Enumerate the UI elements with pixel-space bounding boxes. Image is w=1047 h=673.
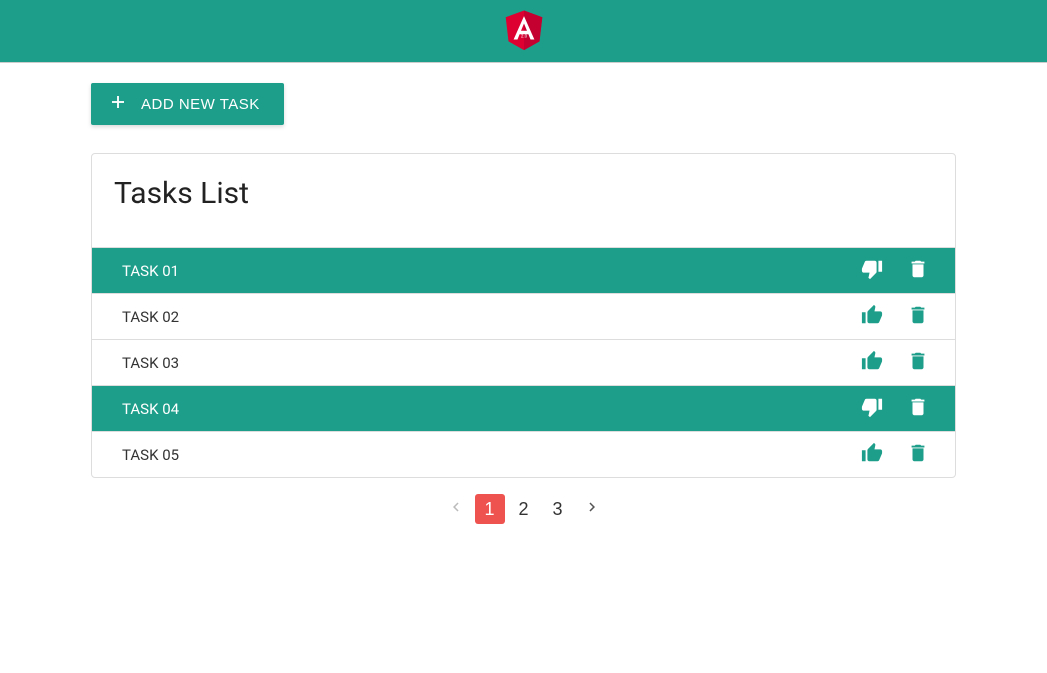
page-button-3[interactable]: 3 [543, 494, 573, 524]
task-actions [861, 258, 929, 283]
task-label: TASK 01 [122, 262, 179, 280]
task-actions [861, 350, 929, 375]
task-label: TASK 03 [122, 354, 179, 372]
task-row[interactable]: TASK 03 [92, 339, 955, 385]
angular-logo-icon: 2.0 [502, 4, 546, 58]
task-actions [861, 442, 929, 467]
thumbs-up-button[interactable] [861, 304, 883, 329]
tasks-list: TASK 01 TASK 02 TASK 03 TASK 04 TASK 05 [92, 247, 955, 477]
delete-button[interactable] [907, 304, 929, 329]
pagination-next-button[interactable] [577, 494, 607, 524]
pagination: 123 [91, 494, 956, 524]
task-row[interactable]: TASK 02 [92, 293, 955, 339]
chevron-right-icon [583, 498, 601, 521]
card-title: Tasks List [92, 154, 955, 247]
task-row[interactable]: TASK 04 [92, 385, 955, 431]
trash-icon [907, 442, 929, 467]
thumbs-down-icon [861, 258, 883, 283]
thumbs-up-icon [861, 442, 883, 467]
thumbs-down-button[interactable] [861, 396, 883, 421]
page-numbers: 123 [475, 494, 573, 524]
thumbs-down-button[interactable] [861, 258, 883, 283]
task-row[interactable]: TASK 01 [92, 247, 955, 293]
task-actions [861, 304, 929, 329]
delete-button[interactable] [907, 258, 929, 283]
task-row[interactable]: TASK 05 [92, 431, 955, 477]
page-button-1[interactable]: 1 [475, 494, 505, 524]
thumbs-up-icon [861, 304, 883, 329]
trash-icon [907, 396, 929, 421]
task-actions [861, 396, 929, 421]
trash-icon [907, 258, 929, 283]
thumbs-up-button[interactable] [861, 350, 883, 375]
page-button-2[interactable]: 2 [509, 494, 539, 524]
delete-button[interactable] [907, 350, 929, 375]
thumbs-down-icon [861, 396, 883, 421]
task-label: TASK 02 [122, 308, 179, 326]
tasks-card: Tasks List TASK 01TASK 02TASK 03TASK 04T… [91, 153, 956, 478]
add-new-task-button[interactable]: ADD NEW TASK [91, 83, 284, 125]
task-label: TASK 05 [122, 446, 179, 464]
app-header: 2.0 [0, 0, 1047, 63]
plus-icon [109, 93, 127, 115]
trash-icon [907, 304, 929, 329]
pagination-prev-button[interactable] [441, 494, 471, 524]
thumbs-up-icon [861, 350, 883, 375]
main-container: ADD NEW TASK Tasks List TASK 01TASK 02TA… [91, 63, 956, 544]
svg-text:2.0: 2.0 [520, 33, 527, 38]
trash-icon [907, 350, 929, 375]
thumbs-up-button[interactable] [861, 442, 883, 467]
add-button-label: ADD NEW TASK [141, 96, 260, 113]
chevron-left-icon [447, 498, 465, 521]
delete-button[interactable] [907, 442, 929, 467]
delete-button[interactable] [907, 396, 929, 421]
task-label: TASK 04 [122, 400, 179, 418]
